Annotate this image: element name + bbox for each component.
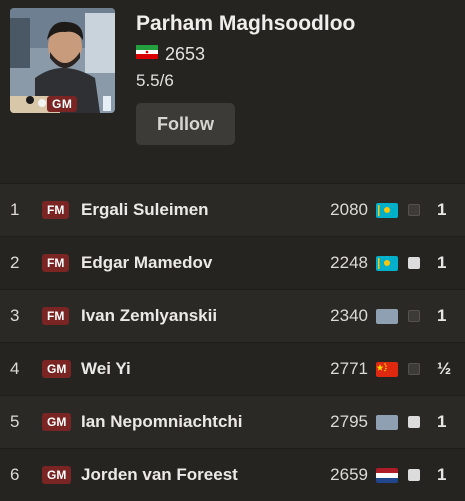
game-result: 1 (437, 465, 447, 484)
opponent-rating: 2080 (330, 200, 368, 219)
kazakhstan-flag-icon (376, 202, 398, 218)
round-number: 6 (10, 465, 20, 484)
opponent-name[interactable]: Wei Yi (81, 359, 131, 379)
player-rating: 2653 (165, 44, 206, 64)
white-pieces-icon (408, 257, 420, 269)
opponent-title-badge: FM (42, 201, 70, 219)
netherlands-flag-icon (376, 467, 398, 483)
white-pieces-icon (408, 416, 420, 428)
white-pieces-icon (408, 469, 420, 481)
game-row[interactable]: 3 FM Ivan Zemlyanskii 2340 1 (0, 289, 465, 342)
round-number: 3 (10, 306, 20, 325)
opponent-title-badge: GM (42, 466, 72, 484)
opponent-rating: 2340 (330, 306, 368, 325)
player-name[interactable]: Parham Maghsoodloo (136, 12, 355, 36)
games-list: 1 FM Ergali Suleimen 2080 1 2 FM Edgar M… (0, 183, 465, 501)
game-row[interactable]: 6 GM Jorden van Foreest 2659 1 (0, 448, 465, 501)
player-rating-line: 2653 (136, 44, 205, 65)
opponent-title-badge: FM (42, 254, 70, 272)
game-row[interactable]: 4 GM Wei Yi 2771 ½ (0, 342, 465, 395)
black-pieces-icon (408, 310, 420, 322)
game-result: ½ (437, 359, 452, 378)
round-number: 1 (10, 200, 20, 219)
fide-flag-icon (376, 414, 398, 430)
game-result: 1 (437, 253, 447, 272)
player-title-badge: GM (47, 96, 78, 112)
china-flag-icon (376, 361, 398, 377)
opponent-name[interactable]: Ian Nepomniachtchi (81, 412, 243, 432)
round-number: 5 (10, 412, 20, 431)
opponent-name[interactable]: Edgar Mamedov (81, 253, 212, 273)
black-pieces-icon (408, 204, 420, 216)
game-result: 1 (437, 306, 447, 325)
round-number: 4 (10, 359, 20, 378)
opponent-title-badge: FM (42, 307, 70, 325)
game-result: 1 (437, 200, 447, 219)
opponent-title-badge: GM (42, 360, 72, 378)
game-row[interactable]: 1 FM Ergali Suleimen 2080 1 (0, 183, 465, 236)
opponent-rating: 2795 (330, 412, 368, 431)
opponent-name[interactable]: Ergali Suleimen (81, 200, 209, 220)
opponent-title-badge: GM (42, 413, 72, 431)
opponent-rating: 2248 (330, 253, 368, 272)
iran-flag-icon (136, 45, 158, 64)
round-number: 2 (10, 253, 20, 272)
black-pieces-icon (408, 363, 420, 375)
game-row[interactable]: 5 GM Ian Nepomniachtchi 2795 1 (0, 395, 465, 448)
opponent-rating: 2659 (330, 465, 368, 484)
game-result: 1 (437, 412, 447, 431)
opponent-name[interactable]: Ivan Zemlyanskii (81, 306, 217, 326)
opponent-rating: 2771 (330, 359, 368, 378)
kazakhstan-flag-icon (376, 255, 398, 271)
fide-flag-icon (376, 308, 398, 324)
game-row[interactable]: 2 FM Edgar Mamedov 2248 1 (0, 236, 465, 289)
follow-button[interactable]: Follow (136, 103, 235, 145)
opponent-name[interactable]: Jorden van Foreest (81, 465, 238, 485)
player-profile: GM Parham Maghsoodloo 2653 5.5/6 Follow (0, 0, 465, 175)
player-score: 5.5/6 (136, 71, 174, 90)
